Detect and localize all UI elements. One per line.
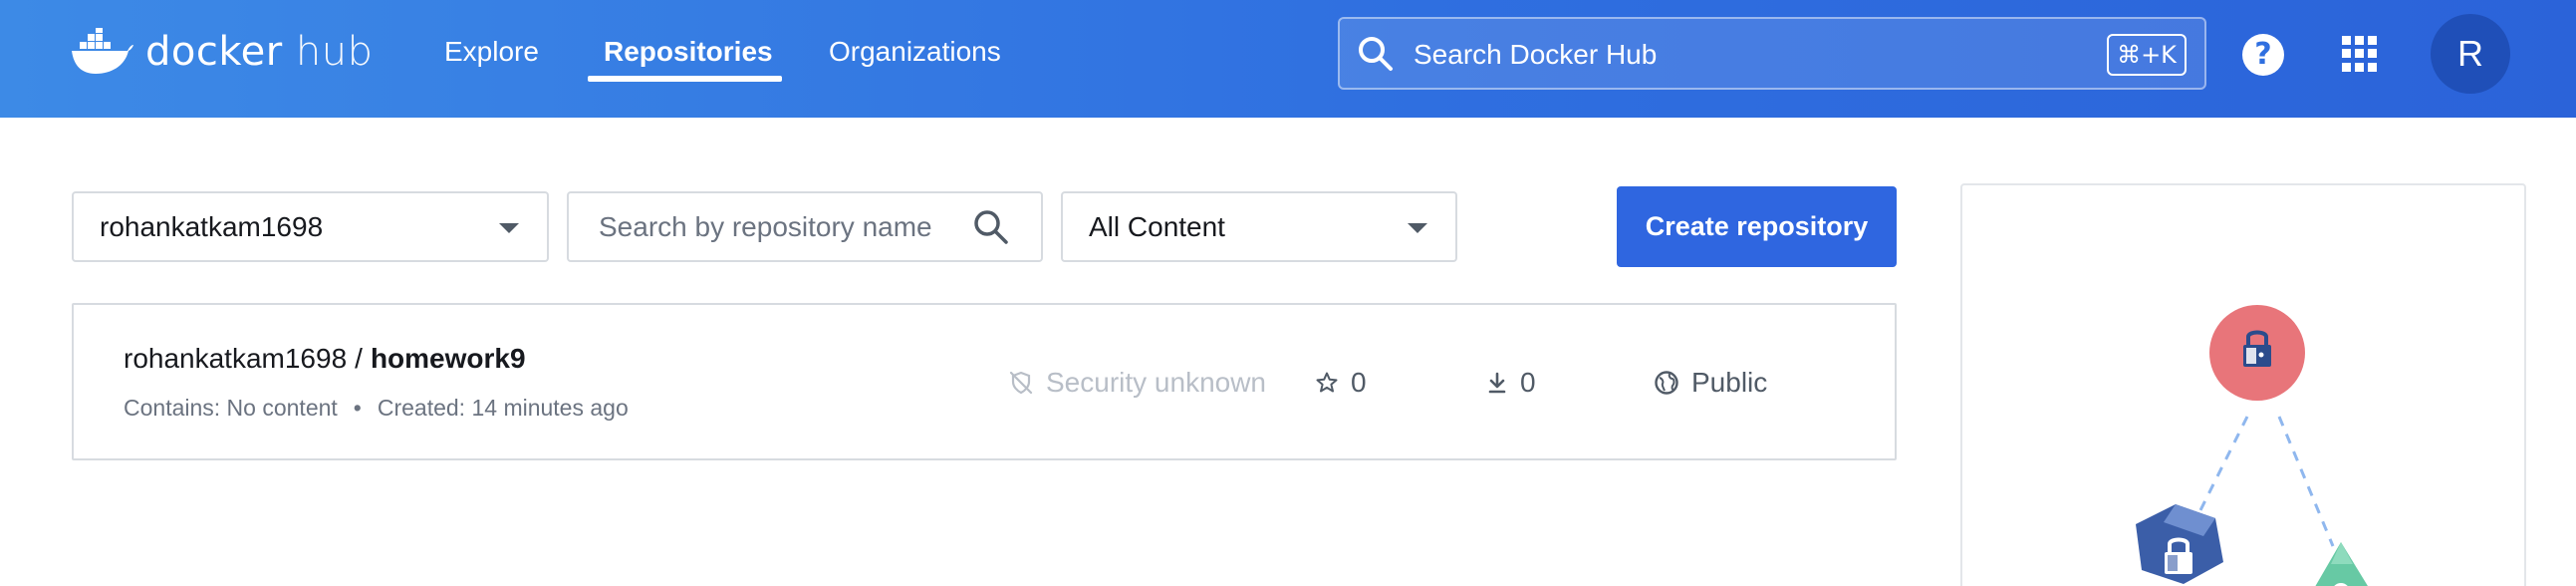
security-status-label: Security unknown [1046, 367, 1267, 398]
pull-count: 0 [1486, 365, 1536, 401]
search-shortcut-badge: ⌘+K [2107, 34, 2187, 76]
repository-separator: / [355, 343, 363, 374]
star-count: 0 [1315, 365, 1367, 401]
visibility-status: Public [1654, 365, 1767, 401]
repository-search[interactable] [567, 191, 1043, 262]
meta-separator: • [353, 395, 362, 421]
globe-icon [1655, 371, 1678, 395]
star-icon [1316, 372, 1338, 393]
content-filter-value: All Content [1089, 211, 1225, 242]
brand-name-bold: docker [145, 29, 283, 75]
repository-card[interactable]: rohankatkam1698/homework9 Contains: No c… [72, 303, 1897, 460]
download-icon [1488, 372, 1506, 394]
nav-explore[interactable]: Explore [444, 32, 539, 72]
star-count-value: 0 [1351, 367, 1367, 398]
security-illustration [2136, 305, 2368, 586]
pull-count-value: 0 [1520, 367, 1536, 398]
security-status: Security unknown [1008, 365, 1266, 401]
namespace-select[interactable]: rohankatkam1698 [72, 191, 549, 262]
brand-name-light: hub [295, 29, 374, 75]
create-repository-button[interactable]: Create repository [1617, 186, 1897, 267]
global-search-placeholder: Search Docker Hub [1414, 39, 1658, 70]
chevron-down-icon [1408, 223, 1427, 233]
red-lock-node [2209, 305, 2305, 401]
top-navigation-bar: docker hub Explore Repositories Organiza… [0, 0, 2576, 118]
repository-search-input[interactable] [569, 193, 967, 260]
chevron-down-icon [499, 223, 519, 233]
namespace-select-value: rohankatkam1698 [100, 211, 324, 242]
repository-namespace: rohankatkam1698 [124, 343, 348, 374]
repository-meta: Contains: No content • Created: 14 minutes… [124, 393, 629, 423]
active-tab-indicator [588, 76, 782, 82]
docker-hub-logo[interactable]: docker hub [70, 22, 373, 82]
security-illustration-panel [1960, 183, 2526, 586]
global-search[interactable]: Search Docker Hub ⌘+K [1338, 17, 2206, 90]
user-avatar[interactable]: R [2431, 14, 2510, 94]
magnifier-icon[interactable] [971, 207, 1011, 247]
blue-lock-node [2136, 504, 2223, 584]
brand-wordmark: docker hub [145, 29, 373, 75]
shield-off-icon [1009, 371, 1033, 395]
apps-grid-icon[interactable] [2342, 36, 2378, 72]
help-icon[interactable]: ? [2242, 34, 2284, 76]
repository-contents: Contains: No content [124, 395, 338, 421]
repository-name: homework9 [370, 343, 526, 374]
search-icon [1359, 37, 1393, 71]
content-filter-select[interactable]: All Content [1061, 191, 1457, 262]
nav-repositories[interactable]: Repositories [604, 32, 773, 72]
nav-organizations[interactable]: Organizations [829, 32, 1001, 72]
repository-created: Created: 14 minutes ago [377, 395, 629, 421]
visibility-label: Public [1691, 367, 1768, 398]
docker-whale-icon [72, 28, 133, 74]
repository-title[interactable]: rohankatkam1698/homework9 [124, 341, 526, 377]
green-lock-node [2315, 542, 2368, 586]
